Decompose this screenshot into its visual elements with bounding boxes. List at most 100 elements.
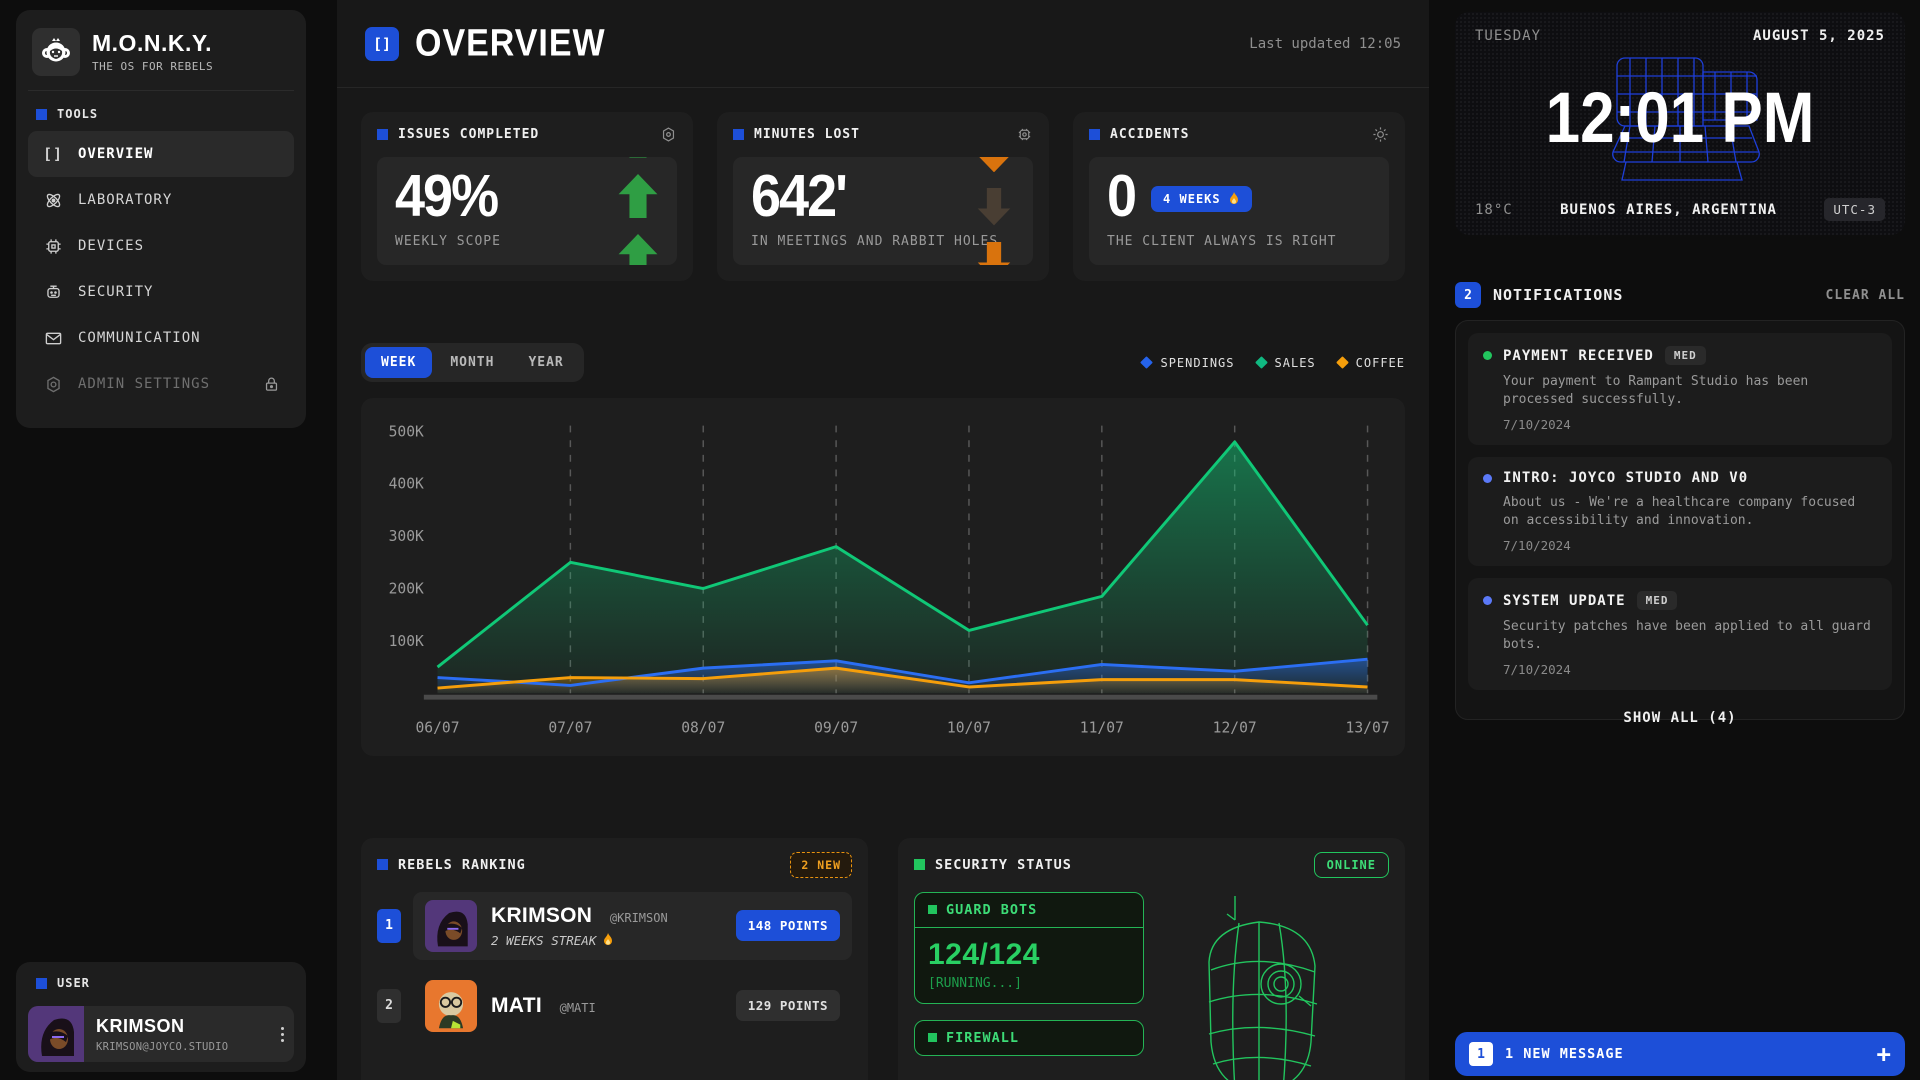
guard-bots-count: 124/124: [915, 928, 1143, 974]
notification-system-update[interactable]: SYSTEM UPDATE MED Security patches have …: [1468, 578, 1892, 690]
fire-icon: [602, 933, 614, 947]
blue-square-icon: [733, 129, 744, 140]
security-status-card: SECURITY STATUS ONLINE GUARD BOTS 124/12…: [898, 838, 1405, 1080]
tab-month[interactable]: MONTH: [434, 347, 510, 378]
robot-icon: [42, 283, 64, 302]
svg-text:100K: 100K: [389, 633, 424, 650]
clear-all-button[interactable]: CLEAR ALL: [1826, 288, 1905, 303]
notification-date: 7/10/2024: [1503, 538, 1877, 553]
svg-text:10/07: 10/07: [947, 719, 991, 736]
stat-title: ISSUES COMPLETED: [398, 127, 539, 142]
atom-icon: [42, 191, 64, 210]
main-content: [] OVERVIEW Last updated 12:05 ISSUES CO…: [337, 0, 1429, 1080]
notification-intro[interactable]: INTRO: JOYCO STUDIO AND V0 About us - We…: [1468, 457, 1892, 566]
status-dot-icon: [1483, 474, 1492, 483]
plus-icon[interactable]: +: [1877, 1042, 1891, 1066]
diamond-icon: [1336, 356, 1349, 369]
user-email: KRIMSON@JOYCO.STUDIO: [96, 1041, 259, 1053]
avatar: [425, 900, 477, 952]
rank-number: 1: [377, 909, 401, 943]
current-time: 12:01 PM: [1546, 77, 1815, 159]
hex-gear-icon[interactable]: [660, 126, 677, 143]
stat-card-issues-completed: ISSUES COMPLETED 49% WEEKLY SCOPE: [361, 112, 693, 281]
svg-text:500K: 500K: [389, 423, 424, 440]
notifications-title: NOTIFICATIONS: [1493, 286, 1623, 304]
green-square-icon: [928, 905, 937, 914]
ranking-row-2[interactable]: 2 MATI @MATI 129 POINTS: [377, 972, 852, 1040]
new-badge: 2 NEW: [790, 852, 852, 878]
trend-up-icon: [615, 157, 661, 265]
sun-gear-icon[interactable]: [1372, 126, 1389, 143]
brackets-icon: []: [365, 27, 399, 61]
streak-badge: 4 WEEKS: [1151, 186, 1252, 212]
new-message-bar[interactable]: 1 1 NEW MESSAGE +: [1455, 1032, 1905, 1076]
blue-square-icon: [36, 109, 47, 120]
rebel-handle: @MATI: [560, 1001, 596, 1015]
notification-payment-received[interactable]: PAYMENT RECEIVED MED Your payment to Ram…: [1468, 333, 1892, 445]
sidebar-item-label: LABORATORY: [78, 192, 172, 208]
status-dot-icon: [1483, 351, 1492, 360]
priority-badge: MED: [1665, 346, 1706, 365]
firewall-card: FIREWALL: [914, 1020, 1144, 1056]
sidebar-item-devices[interactable]: DEVICES: [28, 223, 294, 269]
avatar: [28, 1006, 84, 1062]
envelope-icon: [42, 329, 64, 348]
area-chart[interactable]: 100K200K300K400K500K06/0707/0708/0709/07…: [361, 398, 1405, 756]
chip-icon: [42, 237, 64, 256]
svg-text:12/07: 12/07: [1213, 719, 1257, 736]
tab-year[interactable]: YEAR: [512, 347, 579, 378]
rank-number: 2: [377, 989, 401, 1023]
user-card[interactable]: KRIMSON KRIMSON@JOYCO.STUDIO: [28, 1006, 294, 1062]
fire-icon: [1228, 192, 1240, 206]
tab-week[interactable]: WEEK: [365, 347, 432, 378]
sidebar-item-overview[interactable]: [] OVERVIEW: [28, 131, 294, 177]
svg-text:09/07: 09/07: [814, 719, 858, 736]
legend-coffee: COFFEE: [1338, 356, 1405, 370]
svg-text:06/07: 06/07: [415, 719, 459, 736]
notification-date: 7/10/2024: [1503, 662, 1877, 677]
sidebar-item-security[interactable]: SECURITY: [28, 269, 294, 315]
chart-legend: SPENDINGS SALES COFFEE: [1142, 356, 1405, 370]
app-tagline: THE OS FOR REBELS: [92, 60, 213, 73]
ranking-title: REBELS RANKING: [398, 857, 526, 873]
sidebar-item-label: OVERVIEW: [78, 146, 153, 162]
sidebar-item-laboratory[interactable]: LABORATORY: [28, 177, 294, 223]
svg-text:08/07: 08/07: [681, 719, 725, 736]
stat-caption: THE CLIENT ALWAYS IS RIGHT: [1107, 234, 1371, 249]
avatar: [425, 980, 477, 1032]
rebel-handle: @KRIMSON: [610, 911, 668, 925]
app-logo: M.O.N.K.Y. THE OS FOR REBELS: [28, 22, 294, 91]
user-name: KRIMSON: [96, 1016, 259, 1037]
svg-text:200K: 200K: [389, 580, 424, 597]
user-panel: USER KRIMSON KRIMSON@JOYCO.STUDIO: [16, 962, 306, 1072]
sidebar-item-label: DEVICES: [78, 238, 144, 254]
notification-date: 7/10/2024: [1503, 417, 1877, 432]
page-title: OVERVIEW: [415, 22, 606, 66]
notifications-panel: PAYMENT RECEIVED MED Your payment to Ram…: [1455, 320, 1905, 720]
utc-offset-badge: UTC-3: [1824, 198, 1885, 221]
notification-body: About us - We're a healthcare company fo…: [1503, 494, 1877, 529]
notification-count-badge: 2: [1455, 282, 1481, 308]
security-title: SECURITY STATUS: [935, 857, 1072, 873]
clock-widget: TUESDAY AUGUST 5, 2025 12:01 PM 18°C BUE…: [1455, 12, 1905, 235]
stats-row: ISSUES COMPLETED 49% WEEKLY SCOPE: [361, 112, 1405, 281]
sidebar-item-communication[interactable]: COMMUNICATION: [28, 315, 294, 361]
ranking-row-1[interactable]: 1 KRIMSON @KRIMSON 2: [377, 892, 852, 960]
chart-toolbar: WEEK MONTH YEAR SPENDINGS SALES COFFEE: [361, 343, 1405, 382]
kebab-menu-icon[interactable]: [271, 1027, 294, 1042]
lock-icon: [263, 376, 280, 393]
sidebar: M.O.N.K.Y. THE OS FOR REBELS TOOLS [] OV…: [16, 10, 306, 428]
points-badge: 148 POINTS: [736, 910, 840, 941]
svg-text:11/07: 11/07: [1080, 719, 1124, 736]
svg-text:300K: 300K: [389, 528, 424, 545]
online-badge: ONLINE: [1314, 852, 1389, 878]
chip-gear-icon[interactable]: [1016, 126, 1033, 143]
notifications-header: 2 NOTIFICATIONS CLEAR ALL: [1455, 282, 1905, 308]
blue-square-icon: [377, 129, 388, 140]
show-all-button[interactable]: SHOW ALL (4): [1468, 702, 1892, 730]
brackets-icon: []: [42, 145, 64, 163]
svg-text:13/07: 13/07: [1346, 719, 1390, 736]
sidebar-item-admin-settings[interactable]: ADMIN SETTINGS: [28, 361, 294, 407]
sidebar-item-label: COMMUNICATION: [78, 330, 201, 346]
stat-title: ACCIDENTS: [1110, 127, 1189, 142]
